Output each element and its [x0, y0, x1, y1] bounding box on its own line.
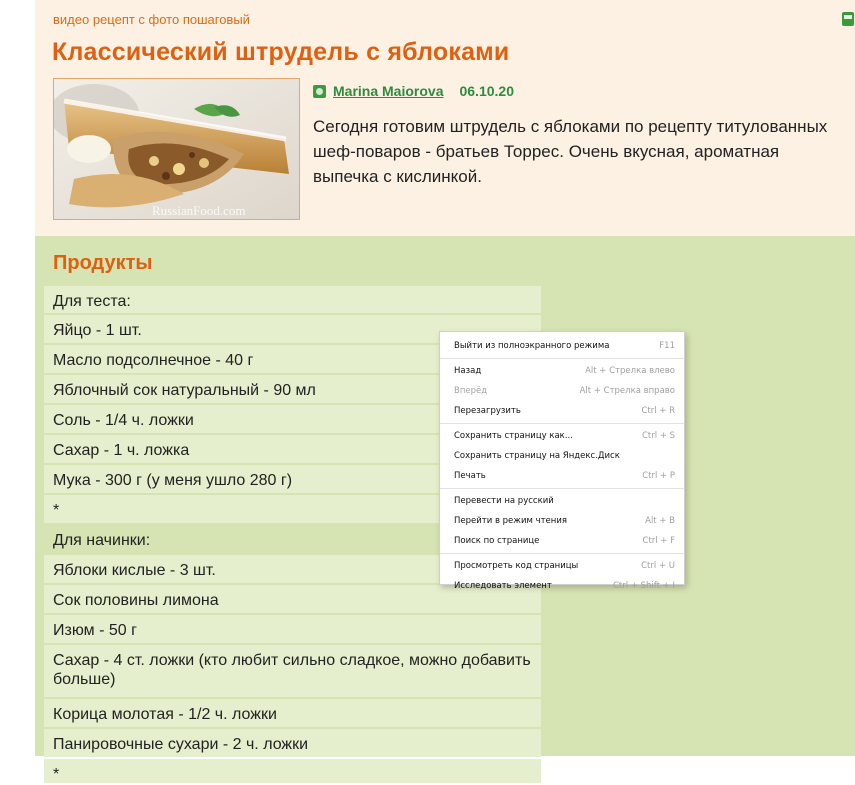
menu-item-label: Выйти из полноэкранного режима	[454, 341, 610, 351]
menu-separator	[440, 553, 684, 554]
menu-item-label: Назад	[454, 366, 482, 376]
menu-item-translate[interactable]: Перевести на русский	[440, 491, 684, 511]
menu-item-label: Сохранить страницу на Яндекс.Диск	[454, 451, 620, 461]
recipe-photo[interactable]: RussianFood.com	[53, 78, 300, 220]
menu-item-label: Сохранить страницу как...	[454, 431, 573, 441]
menu-item-shortcut: Alt + Стрелка вправо	[579, 386, 675, 396]
strudel-image: RussianFood.com	[54, 79, 299, 219]
menu-item-exit-fullscreen[interactable]: Выйти из полноэкранного режима F11	[440, 336, 684, 356]
menu-item-save-page[interactable]: Сохранить страницу как... Ctrl + S	[440, 426, 684, 446]
printer-icon[interactable]	[842, 12, 854, 26]
ingredient-item: Корица молотая - 1/2 ч. ложки	[44, 699, 541, 727]
menu-item-label: Печать	[454, 471, 486, 481]
menu-item-back[interactable]: Назад Alt + Стрелка влево	[440, 361, 684, 381]
menu-item-label: Перейти в режим чтения	[454, 516, 567, 526]
menu-item-find[interactable]: Поиск по странице Ctrl + F	[440, 531, 684, 551]
menu-item-shortcut: Ctrl + F	[642, 536, 675, 546]
menu-separator	[440, 358, 684, 359]
context-menu: Выйти из полноэкранного режима F11 Назад…	[439, 331, 685, 591]
menu-item-save-to-disk[interactable]: Сохранить страницу на Яндекс.Диск	[440, 446, 684, 466]
menu-item-reload[interactable]: Перезагрузить Ctrl + R	[440, 401, 684, 421]
menu-item-view-source[interactable]: Просмотреть код страницы Ctrl + U	[440, 556, 684, 576]
recipe-title: Классический штрудель с яблоками	[52, 38, 510, 66]
menu-separator	[440, 423, 684, 424]
recipe-description: Сегодня готовим штрудель с яблоками по р…	[313, 117, 828, 186]
photo-watermark: RussianFood.com	[152, 203, 246, 218]
author-link[interactable]: Marina Maiorova	[333, 83, 443, 99]
menu-item-shortcut: Alt + Стрелка влево	[585, 366, 675, 376]
menu-item-shortcut: Ctrl + Shift + I	[612, 581, 675, 591]
menu-item-label: Просмотреть код страницы	[454, 561, 579, 571]
menu-item-reader-mode[interactable]: Перейти в режим чтения Alt + B	[440, 511, 684, 531]
ingredient-item: Изюм - 50 г	[44, 615, 541, 643]
menu-item-label: Перезагрузить	[454, 406, 521, 416]
menu-item-shortcut: Ctrl + R	[641, 406, 675, 416]
user-icon	[313, 84, 326, 98]
menu-item-shortcut: Ctrl + P	[642, 471, 675, 481]
menu-item-shortcut: F11	[659, 341, 675, 351]
menu-item-label: Вперёд	[454, 386, 488, 396]
ingredient-item: Для теста:	[44, 286, 541, 313]
recipe-subtitle: видео рецепт с фото пошаговый	[53, 12, 250, 27]
menu-item-shortcut: Ctrl + S	[641, 431, 675, 441]
ingredient-item: Панировочные сухари - 2 ч. ложки	[44, 729, 541, 757]
menu-item-shortcut: Ctrl + U	[641, 561, 675, 571]
ingredient-item: Сахар - 4 ст. ложки (кто любит сильно сл…	[44, 645, 541, 697]
menu-item-forward[interactable]: Вперёд Alt + Стрелка вправо	[440, 381, 684, 401]
products-title: Продукты	[53, 252, 153, 274]
publish-date: 06.10.20	[459, 83, 514, 99]
menu-item-shortcut: Alt + B	[645, 516, 675, 526]
menu-item-label: Перевести на русский	[454, 496, 554, 506]
menu-item-label: Исследовать элемент	[454, 581, 552, 591]
author-row: Marina Maiorova 06.10.20	[313, 82, 514, 100]
menu-item-print[interactable]: Печать Ctrl + P	[440, 466, 684, 486]
menu-item-inspect[interactable]: Исследовать элемент Ctrl + Shift + I	[440, 576, 684, 596]
menu-separator	[440, 488, 684, 489]
menu-item-label: Поиск по странице	[454, 536, 540, 546]
ingredient-item: *	[44, 759, 541, 783]
